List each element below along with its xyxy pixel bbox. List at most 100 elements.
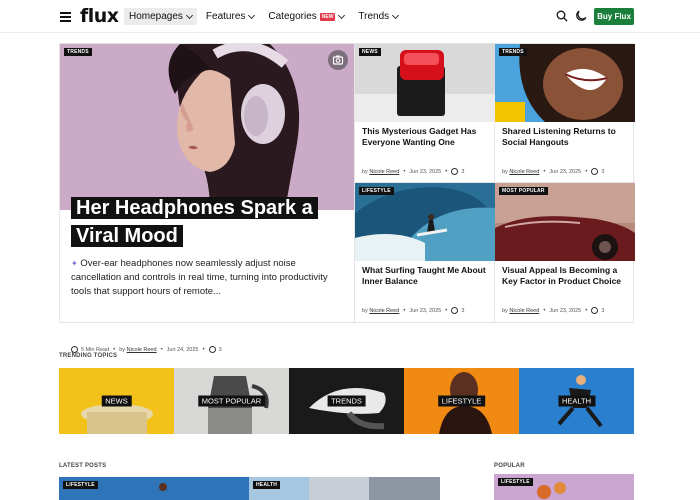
comment-icon[interactable]: [591, 307, 599, 314]
article-title[interactable]: Visual Appeal Is Becoming a Key Factor i…: [502, 265, 630, 287]
comment-count[interactable]: 3: [601, 308, 604, 314]
comment-count[interactable]: 3: [461, 169, 464, 175]
article-tag[interactable]: TRENDS: [499, 48, 527, 56]
latest-posts: LIFESTYLE HEALTH: [59, 477, 440, 500]
topic-lifestyle[interactable]: LIFESTYLE: [404, 368, 519, 434]
featured-image[interactable]: TRENDS: [60, 44, 354, 210]
comment-count[interactable]: 3: [219, 347, 222, 353]
topic-label[interactable]: MOST POPULAR: [197, 395, 266, 407]
trending-topics-heading: TRENDING TOPICS: [59, 353, 118, 359]
post-date: Jun 23, 2025: [549, 168, 582, 175]
article-tag[interactable]: NEWS: [359, 48, 381, 56]
post-date: Jun 23, 2025: [409, 168, 442, 175]
article-meta: by Nicole Reed • Jun 23, 2025 • 3: [502, 307, 605, 314]
nav-categories[interactable]: Categories NEW: [263, 8, 349, 25]
topic-label[interactable]: TRENDS: [327, 395, 366, 407]
latest-posts-heading: LATEST POSTS: [59, 463, 107, 469]
article-tag[interactable]: LIFESTYLE: [63, 481, 98, 489]
article-meta: by Nicole Reed • Jun 23, 2025 • 3: [502, 168, 605, 175]
author-prefix: by: [502, 307, 508, 314]
author-prefix: by: [362, 168, 368, 175]
nav-trends[interactable]: Trends: [353, 8, 403, 25]
sparkle-icon: ✦: [71, 259, 78, 268]
featured-article[interactable]: TRENDS Her Headphones Spark a Viral Mood…: [60, 44, 355, 353]
clock-icon: [71, 346, 78, 353]
topic-health[interactable]: HEALTH: [519, 368, 634, 434]
comment-icon[interactable]: [591, 168, 599, 175]
comment-icon[interactable]: [451, 168, 459, 175]
nav-label: Homepages: [129, 11, 183, 22]
nav-label: Features: [205, 11, 246, 22]
article-card[interactable]: LIFESTYLE What Surfing Taught Me About I…: [355, 183, 495, 322]
hero-grid: TRENDS Her Headphones Spark a Viral Mood…: [59, 43, 635, 353]
article-title[interactable]: Shared Listening Returns to Social Hango…: [502, 126, 630, 148]
site-header: flux Homepages Features Categories NEW T…: [0, 0, 700, 33]
new-badge: NEW: [319, 12, 336, 21]
nav-features[interactable]: Features: [201, 8, 259, 25]
laughing-woman-image[interactable]: TRENDS: [495, 44, 635, 122]
topic-label[interactable]: NEWS: [101, 395, 132, 407]
comment-icon[interactable]: [208, 346, 216, 353]
surfer-image[interactable]: LIFESTYLE: [355, 183, 495, 261]
chevron-down-icon: [392, 11, 400, 19]
popular-heading: POPULAR: [494, 463, 525, 469]
article-tag[interactable]: TRENDS: [64, 48, 92, 56]
author-link[interactable]: Nicole Reed: [509, 169, 539, 175]
topic-label[interactable]: HEALTH: [557, 395, 596, 407]
article-card[interactable]: TRENDS Shared Listening Returns to Socia…: [495, 44, 635, 183]
article-tag[interactable]: HEALTH: [253, 481, 281, 489]
author-link[interactable]: Nicole Reed: [369, 308, 399, 314]
author-link[interactable]: Nicole Reed: [509, 308, 539, 314]
article-tag[interactable]: LIFESTYLE: [359, 187, 394, 195]
post-date: Jun 23, 2025: [409, 307, 442, 314]
main-nav: Homepages Features Categories NEW Trends: [124, 8, 407, 25]
search-icon[interactable]: [556, 10, 568, 22]
featured-excerpt: ✦ Over-ear headphones now seamlessly adj…: [71, 257, 343, 299]
read-time: 5 Min Read: [81, 346, 110, 353]
chevron-down-icon: [185, 11, 193, 19]
buy-flux-button[interactable]: Buy Flux: [594, 8, 634, 25]
nav-label: Categories: [268, 11, 317, 22]
chevron-down-icon: [338, 11, 346, 19]
excerpt-text: Over-ear headphones now seamlessly adjus…: [71, 258, 328, 297]
nav-label: Trends: [358, 11, 390, 22]
trending-topics: NEWS MOST POPULAR TRENDS LIFESTYLE HEALT…: [59, 368, 634, 434]
article-meta: by Nicole Reed • Jun 23, 2025 • 3: [362, 307, 465, 314]
comment-count[interactable]: 3: [461, 308, 464, 314]
headphones-woman-illustration: [60, 44, 354, 210]
latest-post-image[interactable]: HEALTH: [249, 477, 440, 500]
article-title[interactable]: What Surfing Taught Me About Inner Balan…: [362, 265, 490, 287]
article-card[interactable]: MOST POPULAR Visual Appeal Is Becoming a…: [495, 183, 635, 322]
featured-meta: 5 Min Read • by Nicole Reed • Jun 24, 20…: [71, 346, 222, 353]
article-card[interactable]: NEWS This Mysterious Gadget Has Everyone…: [355, 44, 495, 183]
topic-label[interactable]: LIFESTYLE: [437, 395, 486, 407]
comment-icon[interactable]: [451, 307, 459, 314]
nav-homepages[interactable]: Homepages: [124, 8, 197, 25]
gadget-image[interactable]: NEWS: [355, 44, 495, 122]
article-meta: by Nicole Reed • Jun 23, 2025 • 3: [362, 168, 465, 175]
site-logo[interactable]: flux: [80, 5, 119, 27]
moon-icon[interactable]: [575, 10, 587, 22]
article-title[interactable]: This Mysterious Gadget Has Everyone Want…: [362, 126, 490, 148]
article-tag[interactable]: MOST POPULAR: [499, 187, 548, 195]
popular-post-image[interactable]: LIFESTYLE: [494, 474, 634, 500]
car-image[interactable]: MOST POPULAR: [495, 183, 635, 261]
article-tag[interactable]: LIFESTYLE: [498, 478, 533, 486]
author-link[interactable]: Nicole Reed: [369, 169, 399, 175]
author-link[interactable]: Nicole Reed: [127, 347, 157, 353]
author-prefix: by: [119, 346, 126, 353]
post-date: Jun 23, 2025: [549, 307, 582, 314]
topic-trends[interactable]: TRENDS: [289, 368, 404, 434]
author-prefix: by: [362, 307, 368, 314]
comment-count[interactable]: 3: [601, 169, 604, 175]
featured-title-text[interactable]: Her Headphones Spark a Viral Mood: [71, 197, 318, 247]
topic-news[interactable]: NEWS: [59, 368, 174, 434]
featured-title[interactable]: Her Headphones Spark a Viral Mood: [71, 194, 341, 250]
author-prefix: by: [502, 168, 508, 175]
topic-most-popular[interactable]: MOST POPULAR: [174, 368, 289, 434]
latest-post-image[interactable]: LIFESTYLE: [59, 477, 249, 500]
gallery-icon[interactable]: [328, 50, 348, 70]
menu-icon[interactable]: [60, 12, 71, 22]
chevron-down-icon: [248, 11, 256, 19]
post-date: Jun 24, 2025: [166, 346, 199, 353]
